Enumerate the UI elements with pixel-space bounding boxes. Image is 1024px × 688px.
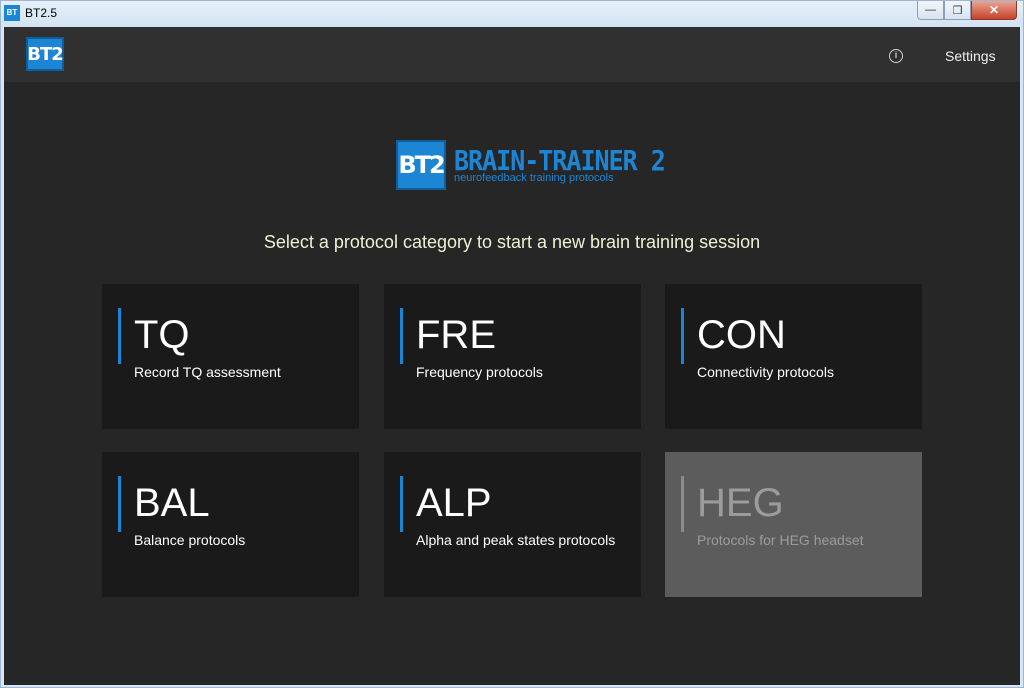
card-heg: HEG Protocols for HEG headset — [665, 452, 922, 597]
card-tq[interactable]: TQ Record TQ assessment — [102, 284, 359, 429]
card-description: Alpha and peak states protocols — [416, 532, 616, 548]
card-description: Record TQ assessment — [134, 364, 281, 380]
header-logo[interactable]: BT2 — [26, 37, 64, 71]
card-description: Protocols for HEG headset — [697, 532, 864, 548]
card-code: FRE — [416, 313, 496, 357]
card-code: ALP — [416, 481, 492, 525]
card-con[interactable]: CON Connectivity protocols — [665, 284, 922, 429]
card-accent-bar — [400, 308, 403, 364]
window-controls: — ❐ ✕ — [917, 1, 1017, 20]
restore-button[interactable]: ❐ — [944, 1, 971, 20]
brand-tagline: neurofeedback training protocols — [454, 172, 614, 184]
minimize-icon: — — [925, 4, 936, 16]
card-code: TQ — [134, 313, 190, 357]
app-icon: BT — [4, 5, 20, 21]
settings-button[interactable]: Settings — [945, 48, 996, 64]
card-code: HEG — [697, 481, 784, 525]
app-header: BT2 i Settings — [4, 27, 1020, 82]
info-icon[interactable]: i — [889, 49, 903, 63]
restore-icon: ❐ — [952, 4, 963, 17]
card-description: Connectivity protocols — [697, 364, 834, 380]
card-accent-bar — [400, 476, 403, 532]
card-accent-bar — [118, 308, 121, 364]
minimize-button[interactable]: — — [917, 1, 944, 20]
close-icon: ✕ — [988, 3, 1000, 17]
window-title: BT2.5 — [25, 6, 58, 20]
card-code: CON — [697, 313, 786, 357]
card-accent-bar — [118, 476, 121, 532]
brand-logo-icon: BT2 — [396, 140, 446, 190]
card-fre[interactable]: FRE Frequency protocols — [384, 284, 641, 429]
app-window: BT BT2.5 — ❐ ✕ BT2 i Settings BT2 BRAIN-… — [0, 0, 1024, 688]
app-content: BT2 i Settings BT2 BRAIN-TRAINER 2 neuro… — [4, 27, 1020, 685]
close-button[interactable]: ✕ — [971, 1, 1017, 20]
card-accent-bar — [681, 308, 684, 364]
card-bal[interactable]: BAL Balance protocols — [102, 452, 359, 597]
page-prompt: Select a protocol category to start a ne… — [263, 232, 761, 252]
card-code: BAL — [134, 481, 210, 525]
card-description: Frequency protocols — [416, 364, 543, 380]
title-bar[interactable]: BT BT2.5 — ❐ ✕ — [1, 1, 1023, 27]
card-description: Balance protocols — [134, 532, 246, 548]
card-alp[interactable]: ALP Alpha and peak states protocols — [384, 452, 641, 597]
card-accent-bar — [681, 476, 684, 532]
